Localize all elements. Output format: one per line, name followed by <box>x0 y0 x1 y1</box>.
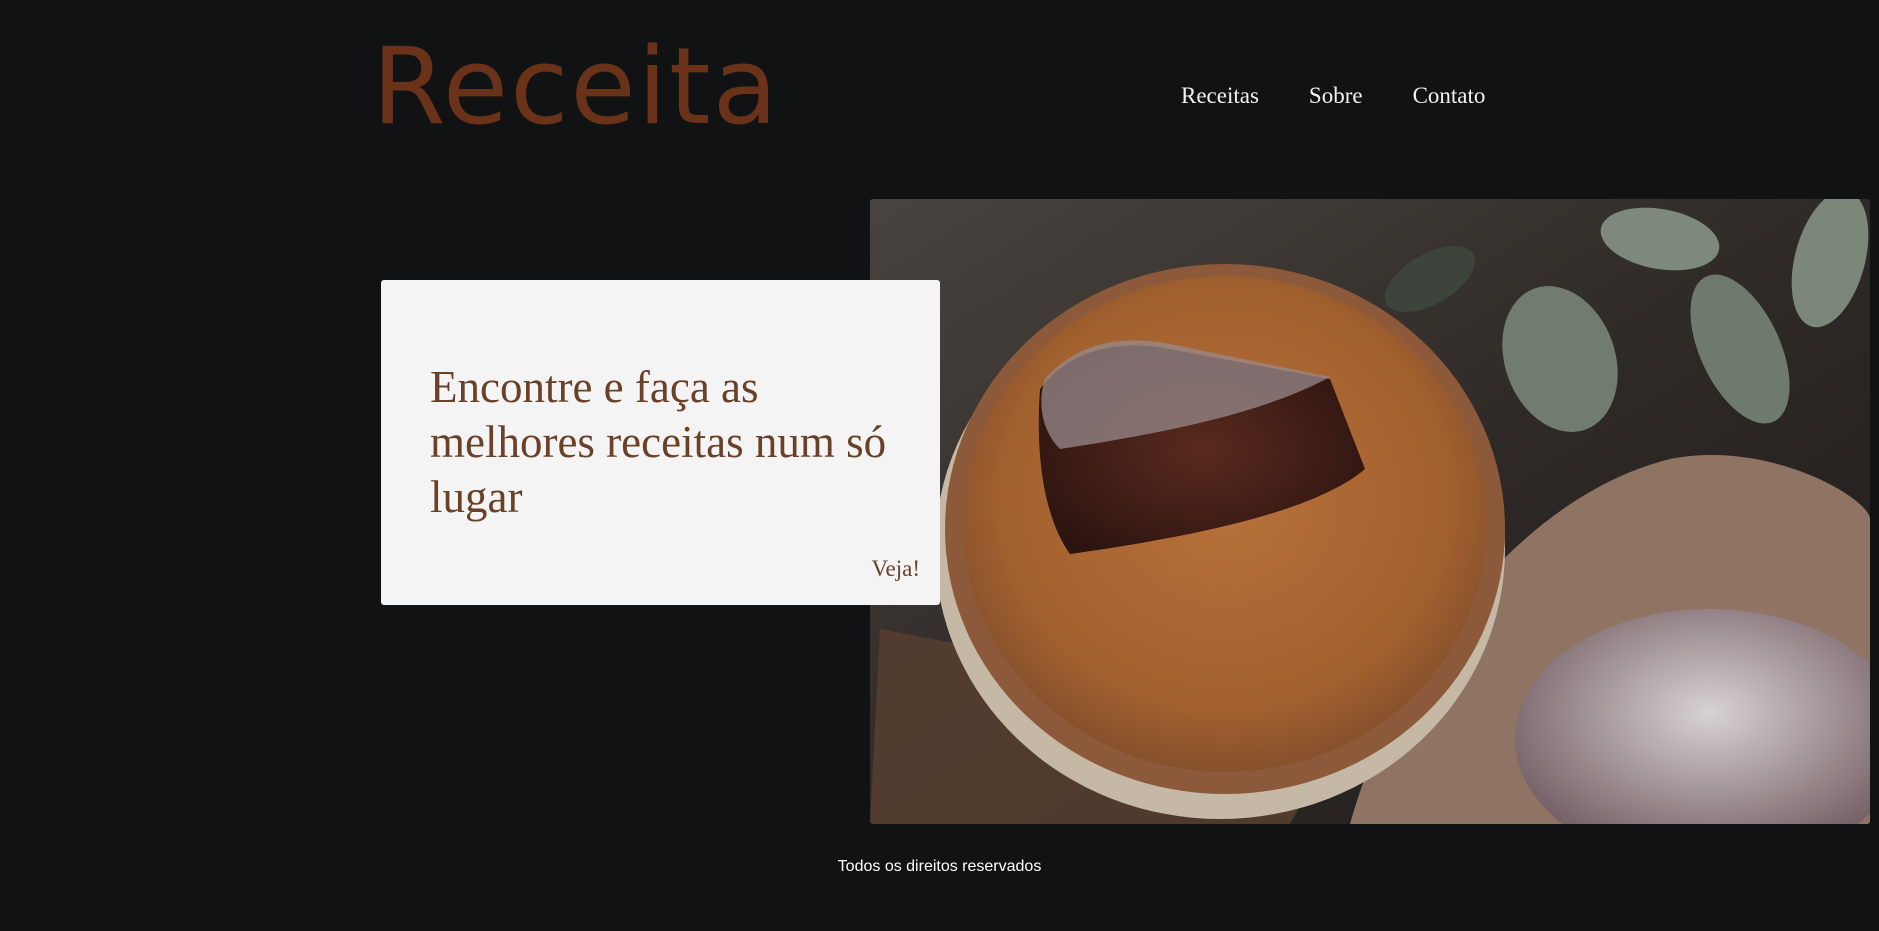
main-nav: Receitas Sobre Contato <box>1181 82 1485 110</box>
footer-text: Todos os direitos reservados <box>837 858 1042 875</box>
hero-image <box>870 199 1870 824</box>
nav-item-receitas[interactable]: Receitas <box>1181 82 1259 110</box>
hero-headline: Encontre e faça as melhores receitas num… <box>430 362 887 522</box>
hero-card: Encontre e faça as melhores receitas num… <box>381 280 940 605</box>
cta-link[interactable]: Veja! <box>871 556 920 582</box>
site-footer: Todos os direitos reservados <box>0 857 1879 877</box>
site-logo[interactable]: Receita <box>372 34 780 140</box>
nav-item-sobre[interactable]: Sobre <box>1309 82 1363 110</box>
nav-item-contato[interactable]: Contato <box>1413 82 1486 110</box>
